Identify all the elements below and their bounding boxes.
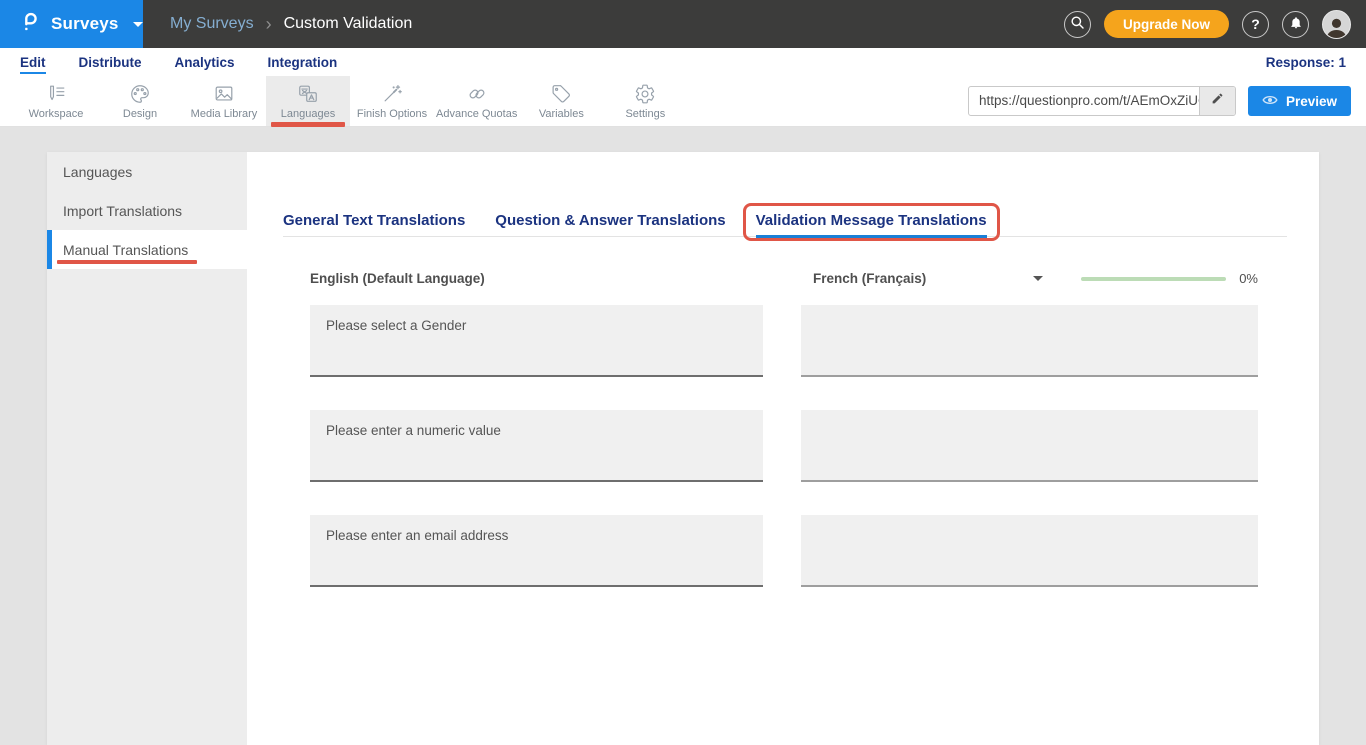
breadcrumb-separator-icon: ›	[266, 15, 272, 33]
pencil-icon	[1211, 92, 1224, 110]
advance-quotas-icon	[466, 83, 488, 105]
edit-toolbar: Workspace Design Media Library	[0, 76, 1366, 127]
annotation-underline-manual-translations	[57, 260, 197, 264]
survey-url-input[interactable]: https://questionpro.com/t/AEmOxZiUGC	[969, 87, 1199, 115]
tab-integration[interactable]: Integration	[268, 55, 338, 70]
sidebar-item-import-translations[interactable]: Import Translations	[47, 191, 247, 230]
target-textarea-gender[interactable]	[801, 305, 1258, 377]
toolbar-settings[interactable]: Settings	[603, 76, 687, 126]
target-textarea-numeric[interactable]	[801, 410, 1258, 482]
target-language-label: French (Français)	[813, 271, 926, 286]
sidebar-item-languages[interactable]: Languages	[47, 152, 247, 191]
search-icon	[1070, 15, 1085, 33]
variables-icon	[550, 83, 572, 105]
main-area: Languages Import Translations Manual Tra…	[0, 127, 1366, 745]
source-text-email: Please enter an email address	[310, 515, 763, 587]
tab-distribute[interactable]: Distribute	[79, 55, 142, 70]
translation-row: Please enter an email address	[310, 515, 1258, 587]
source-text-gender: Please select a Gender	[310, 305, 763, 377]
target-language-header: French (Français) 0%	[801, 271, 1258, 286]
language-header-row: English (Default Language) French (Franç…	[310, 271, 1258, 286]
finish-options-icon	[381, 83, 403, 105]
chevron-down-icon	[1033, 276, 1043, 281]
user-avatar[interactable]	[1322, 10, 1351, 39]
questionpro-logo-icon	[20, 10, 41, 39]
edit-url-button[interactable]	[1199, 87, 1235, 115]
translation-progress-bar	[1081, 277, 1226, 281]
source-language-label: English (Default Language)	[310, 271, 763, 286]
breadcrumb: My Surveys › Custom Validation	[170, 15, 412, 33]
toolbar-advance-quotas[interactable]: Advance Quotas	[434, 76, 519, 126]
annotation-highlight-box: Validation Message Translations	[743, 203, 1000, 241]
sidebar-item-manual-translations[interactable]: Manual Translations	[47, 230, 247, 269]
upgrade-now-button[interactable]: Upgrade Now	[1104, 10, 1229, 38]
search-button[interactable]	[1064, 11, 1091, 38]
eye-icon	[1262, 94, 1278, 109]
tab-edit[interactable]: Edit	[20, 55, 46, 70]
top-bar: Surveys My Surveys › Custom Validation U…	[0, 0, 1366, 48]
tab-validation-message-translations[interactable]: Validation Message Translations	[756, 212, 987, 238]
chevron-down-icon	[133, 22, 143, 27]
toolbar-languages[interactable]: Languages	[266, 76, 350, 126]
languages-panel: Languages Import Translations Manual Tra…	[47, 152, 1319, 745]
languages-icon	[297, 83, 319, 105]
translation-tabs: General Text Translations Question & Ans…	[283, 203, 1287, 237]
toolbar-media-library[interactable]: Media Library	[182, 76, 266, 126]
source-text-numeric: Please enter a numeric value	[310, 410, 763, 482]
translation-row: Please enter a numeric value	[310, 410, 1258, 482]
toolbar-finish-options[interactable]: Finish Options	[350, 76, 434, 126]
product-name: Surveys	[51, 14, 119, 34]
tab-question-answer-translations[interactable]: Question & Answer Translations	[495, 203, 725, 229]
tab-analytics[interactable]: Analytics	[175, 55, 235, 70]
design-icon	[129, 83, 151, 105]
workspace-icon	[45, 83, 67, 105]
notifications-button[interactable]	[1282, 11, 1309, 38]
translation-row: Please select a Gender	[310, 305, 1258, 377]
toolbar-right: https://questionpro.com/t/AEmOxZiUGC Pre…	[968, 76, 1366, 126]
surveys-menu[interactable]: Surveys	[0, 0, 143, 48]
breadcrumb-parent[interactable]: My Surveys	[170, 15, 254, 33]
toolbar-workspace[interactable]: Workspace	[14, 76, 98, 126]
survey-nav-tabs: Edit Distribute Analytics Integration Re…	[0, 48, 1366, 76]
tab-general-text-translations[interactable]: General Text Translations	[283, 203, 465, 229]
media-library-icon	[213, 83, 235, 105]
help-button[interactable]: ?	[1242, 11, 1269, 38]
translation-progress-percent: 0%	[1239, 271, 1258, 286]
toolbar-variables[interactable]: Variables	[519, 76, 603, 126]
response-count: Response: 1	[1266, 55, 1346, 70]
question-mark-icon: ?	[1251, 16, 1260, 32]
toolbar-design[interactable]: Design	[98, 76, 182, 126]
header-actions: Upgrade Now ?	[1064, 10, 1366, 39]
breadcrumb-current: Custom Validation	[284, 15, 413, 33]
preview-button[interactable]: Preview	[1248, 86, 1351, 116]
survey-url-box: https://questionpro.com/t/AEmOxZiUGC	[968, 86, 1236, 116]
settings-icon	[634, 83, 656, 105]
target-textarea-email[interactable]	[801, 515, 1258, 587]
target-language-dropdown[interactable]: French (Français)	[801, 271, 1043, 286]
languages-sidebar: Languages Import Translations Manual Tra…	[47, 152, 247, 745]
bell-icon	[1289, 15, 1303, 33]
translations-content: General Text Translations Question & Ans…	[247, 152, 1319, 745]
